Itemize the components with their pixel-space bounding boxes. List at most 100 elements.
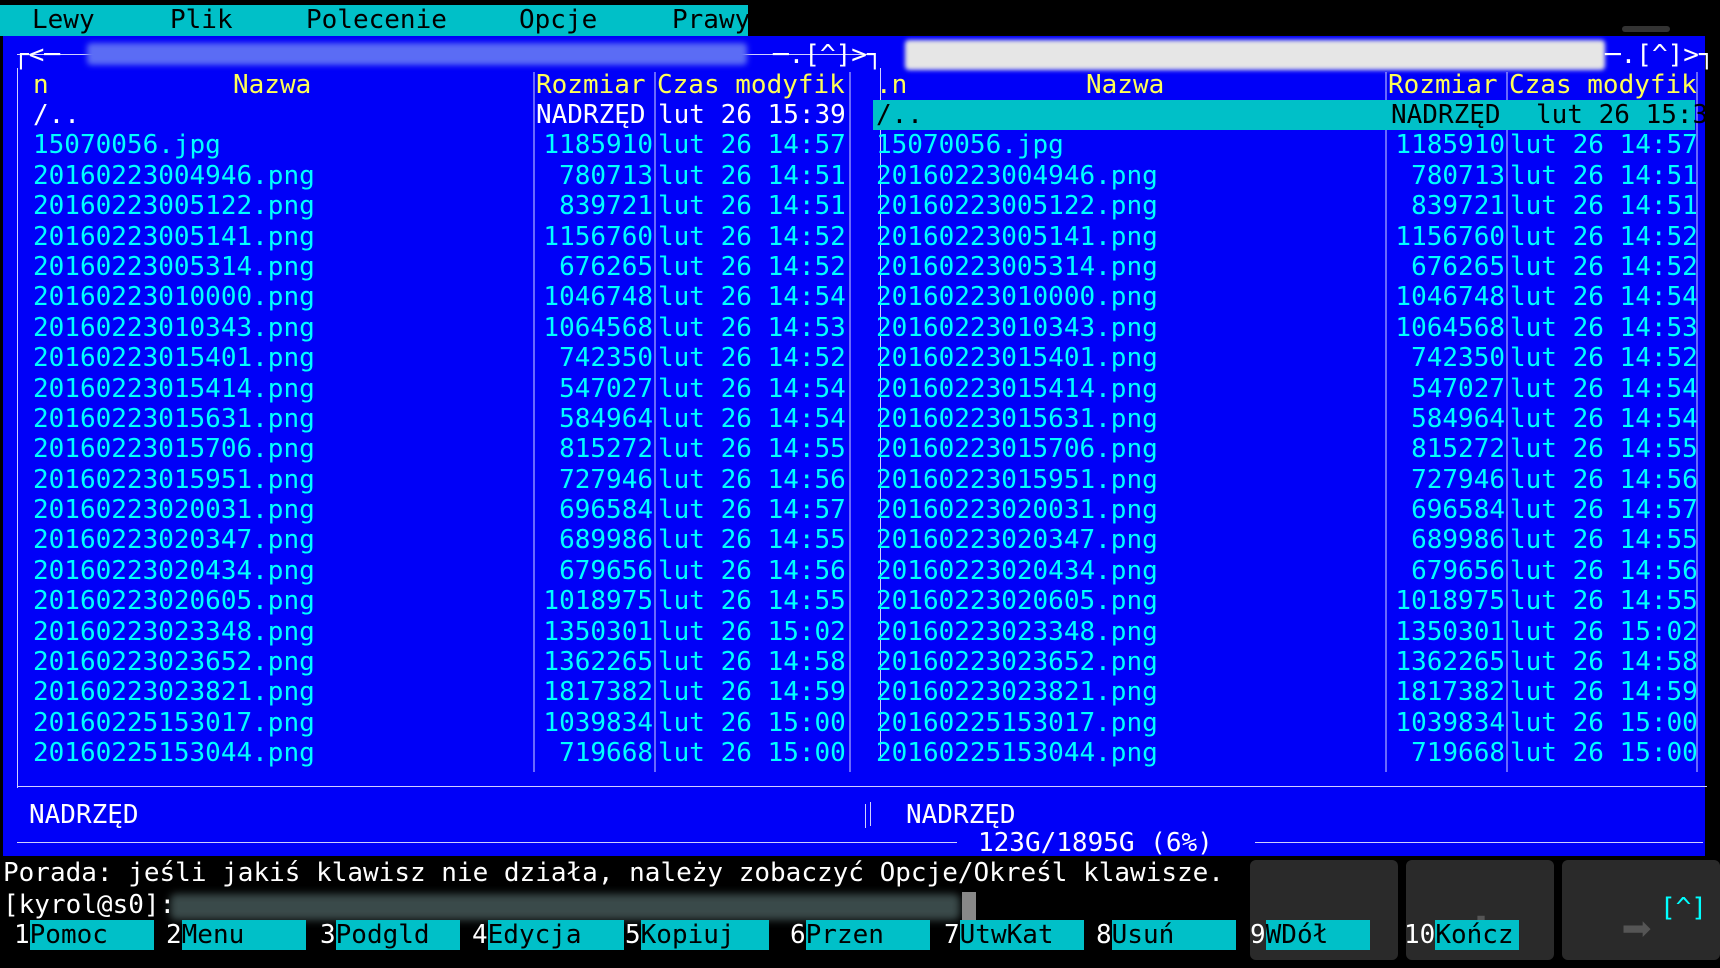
fkey-label: WDół xyxy=(1265,920,1370,951)
fkey-10[interactable]: 10Kończ xyxy=(1404,920,1520,951)
file-row[interactable]: 20160223020605.png 1018975 lut 26 14:55 xyxy=(3,586,873,616)
file-row[interactable]: 20160223020605.png 1018975 lut 26 14:55 xyxy=(870,586,1705,616)
fkey-number: 7 xyxy=(944,920,960,950)
file-size: NADRZĘD xyxy=(1391,100,1501,130)
file-row[interactable]: 15070056.jpg 1185910 lut 26 14:57 xyxy=(870,130,1705,160)
file-time: lut 26 14:55 xyxy=(1510,586,1698,617)
file-row[interactable]: 20160223015401.png 742350 lut 26 14:52 xyxy=(870,343,1705,373)
file-row[interactable]: 20160223023821.png 1817382 lut 26 14:59 xyxy=(870,677,1705,707)
right-panel[interactable]: ─.[^]>┐ .n Nazwa Rozmiar Czas modyfik /.… xyxy=(870,40,1715,856)
file-name: 20160225153017.png xyxy=(33,707,315,738)
right-parent-row-selected[interactable]: /.. NADRZĘD lut 26 15:3 xyxy=(873,100,1708,131)
file-size: 1817382 xyxy=(1395,677,1505,708)
file-size: 1018975 xyxy=(543,586,653,617)
left-parent-row[interactable]: /.. NADRZĘD lut 26 15:39 xyxy=(3,100,873,130)
file-size: 1350301 xyxy=(1395,616,1505,647)
file-row[interactable]: 20160223004946.png 780713 lut 26 14:51 xyxy=(3,161,873,191)
left-col-header-size[interactable]: Rozmiar xyxy=(536,70,646,100)
file-row[interactable]: 20160223010000.png 1046748 lut 26 14:54 xyxy=(3,282,873,312)
file-size: 1039834 xyxy=(543,707,653,738)
file-name: 20160223023652.png xyxy=(33,647,315,678)
file-row[interactable]: 20160223023348.png 1350301 lut 26 15:02 xyxy=(3,617,873,647)
file-row[interactable]: 20160223015706.png 815272 lut 26 14:55 xyxy=(3,434,873,464)
fkey-8[interactable]: 8Usuń xyxy=(1096,920,1236,951)
fkey-1[interactable]: 1Pomoc xyxy=(14,920,154,951)
file-row[interactable]: 20160223015706.png 815272 lut 26 14:55 xyxy=(870,434,1705,464)
left-panel[interactable]: ┌<─ ─.[^]>┐ n Nazwa Rozmiar Czas modyfik… xyxy=(3,40,1707,856)
file-row[interactable]: 20160223015414.png 547027 lut 26 14:54 xyxy=(3,374,873,404)
menu-opcje[interactable]: Opcje xyxy=(519,5,597,36)
fkey-number: 10 xyxy=(1404,920,1436,950)
file-row[interactable]: 20160223010000.png 1046748 lut 26 14:54 xyxy=(870,282,1705,312)
file-row[interactable]: 20160223020434.png 679656 lut 26 14:56 xyxy=(3,556,873,586)
file-row[interactable]: 20160223023652.png 1362265 lut 26 14:58 xyxy=(870,647,1705,677)
file-row[interactable]: 20160223010343.png 1064568 lut 26 14:53 xyxy=(3,313,873,343)
file-size: 1156760 xyxy=(543,221,653,252)
file-row[interactable]: 20160223005314.png 676265 lut 26 14:52 xyxy=(3,252,873,282)
file-row[interactable]: 20160223004946.png 780713 lut 26 14:51 xyxy=(870,161,1705,191)
left-col-header-n[interactable]: n xyxy=(33,70,49,100)
file-row[interactable]: 20160223010343.png 1064568 lut 26 14:53 xyxy=(870,313,1705,343)
file-row[interactable]: 20160223015631.png 584964 lut 26 14:54 xyxy=(3,404,873,434)
fkey-3[interactable]: 3Podgld xyxy=(320,920,460,951)
menu-plik[interactable]: Plik xyxy=(170,5,233,36)
file-row[interactable]: 20160223023821.png 1817382 lut 26 14:59 xyxy=(3,677,873,707)
file-time: lut 26 14:51 xyxy=(658,160,846,191)
menu-polecenie[interactable]: Polecenie xyxy=(306,5,447,36)
file-row[interactable]: 20160225153017.png 1039834 lut 26 15:00 xyxy=(870,708,1705,738)
file-time: lut 26 14:56 xyxy=(1510,555,1698,586)
file-name: 20160223020434.png xyxy=(876,555,1158,586)
fkey-label: Podgld xyxy=(335,920,460,951)
panels-bottom-border xyxy=(1255,842,1295,843)
up-button[interactable]: [^] xyxy=(1660,893,1707,923)
fkey-5[interactable]: 5Kopiuj xyxy=(625,920,769,951)
right-col-header-name[interactable]: Nazwa xyxy=(1086,70,1164,100)
file-name: 20160223020347.png xyxy=(876,525,1158,556)
left-panel-history-button[interactable]: ─.[^]>┐ xyxy=(773,40,883,70)
left-col-header-name[interactable]: Nazwa xyxy=(233,70,311,100)
file-row[interactable]: 20160223005122.png 839721 lut 26 14:51 xyxy=(3,191,873,221)
file-name: 20160223010000.png xyxy=(33,282,315,313)
fkey-2[interactable]: 2Menu xyxy=(166,920,306,951)
menu-prawy[interactable]: Prawy xyxy=(672,5,750,36)
fkey-4[interactable]: 4Edycja xyxy=(472,920,624,951)
file-row[interactable]: 20160225153044.png 719668 lut 26 15:00 xyxy=(870,738,1705,768)
command-input[interactable] xyxy=(170,894,960,920)
file-row[interactable]: 20160223015951.png 727946 lut 26 14:56 xyxy=(870,465,1705,495)
file-row[interactable]: 20160225153044.png 719668 lut 26 15:00 xyxy=(3,738,873,768)
file-row[interactable]: 20160223020347.png 689986 lut 26 14:55 xyxy=(3,525,873,555)
file-row[interactable]: 20160223015951.png 727946 lut 26 14:56 xyxy=(3,465,873,495)
fkey-label: UtwKat xyxy=(959,920,1084,951)
file-row[interactable]: 20160223005122.png 839721 lut 26 14:51 xyxy=(870,191,1705,221)
file-row[interactable]: 20160225153017.png 1039834 lut 26 15:00 xyxy=(3,708,873,738)
fkey-6[interactable]: 6Przen xyxy=(790,920,930,951)
file-row[interactable]: 20160223005141.png 1156760 lut 26 14:52 xyxy=(870,222,1705,252)
left-col-header-time[interactable]: Czas modyfik xyxy=(657,70,845,100)
file-row[interactable]: 20160223015631.png 584964 lut 26 14:54 xyxy=(870,404,1705,434)
file-row[interactable]: 15070056.jpg 1185910 lut 26 14:57 xyxy=(3,130,873,160)
file-name: 20160223005314.png xyxy=(876,251,1158,282)
file-size: 676265 xyxy=(559,251,653,282)
file-row[interactable]: 20160223015401.png 742350 lut 26 14:52 xyxy=(3,343,873,373)
file-time: lut 26 14:52 xyxy=(658,221,846,252)
right-panel-history-button[interactable]: ─.[^]>┐ xyxy=(1605,40,1715,70)
right-col-header-time[interactable]: Czas modyfik xyxy=(1509,70,1697,100)
file-row[interactable]: 20160223005314.png 676265 lut 26 14:52 xyxy=(870,252,1705,282)
file-row[interactable]: 20160223020031.png 696584 lut 26 14:57 xyxy=(3,495,873,525)
file-time: lut 26 14:55 xyxy=(658,434,846,465)
right-col-header-size[interactable]: Rozmiar xyxy=(1388,70,1498,100)
file-row[interactable]: 20160223020031.png 696584 lut 26 14:57 xyxy=(870,495,1705,525)
file-row[interactable]: 20160223023652.png 1362265 lut 26 14:58 xyxy=(3,647,873,677)
file-row[interactable]: 20160223020434.png 679656 lut 26 14:56 xyxy=(870,556,1705,586)
fkey-label: Kopiuj xyxy=(640,920,769,951)
file-name: 20160223023348.png xyxy=(876,616,1158,647)
fkey-7[interactable]: 7UtwKat xyxy=(944,920,1084,951)
file-row[interactable]: 20160223023348.png 1350301 lut 26 15:02 xyxy=(870,617,1705,647)
fkey-9[interactable]: 9WDół xyxy=(1250,920,1370,951)
file-size: 1350301 xyxy=(543,616,653,647)
menu-lewy[interactable]: Lewy xyxy=(32,5,95,36)
file-row[interactable]: 20160223005141.png 1156760 lut 26 14:52 xyxy=(3,222,873,252)
right-col-header-n[interactable]: .n xyxy=(876,70,907,100)
file-row[interactable]: 20160223020347.png 689986 lut 26 14:55 xyxy=(870,525,1705,555)
file-row[interactable]: 20160223015414.png 547027 lut 26 14:54 xyxy=(870,374,1705,404)
